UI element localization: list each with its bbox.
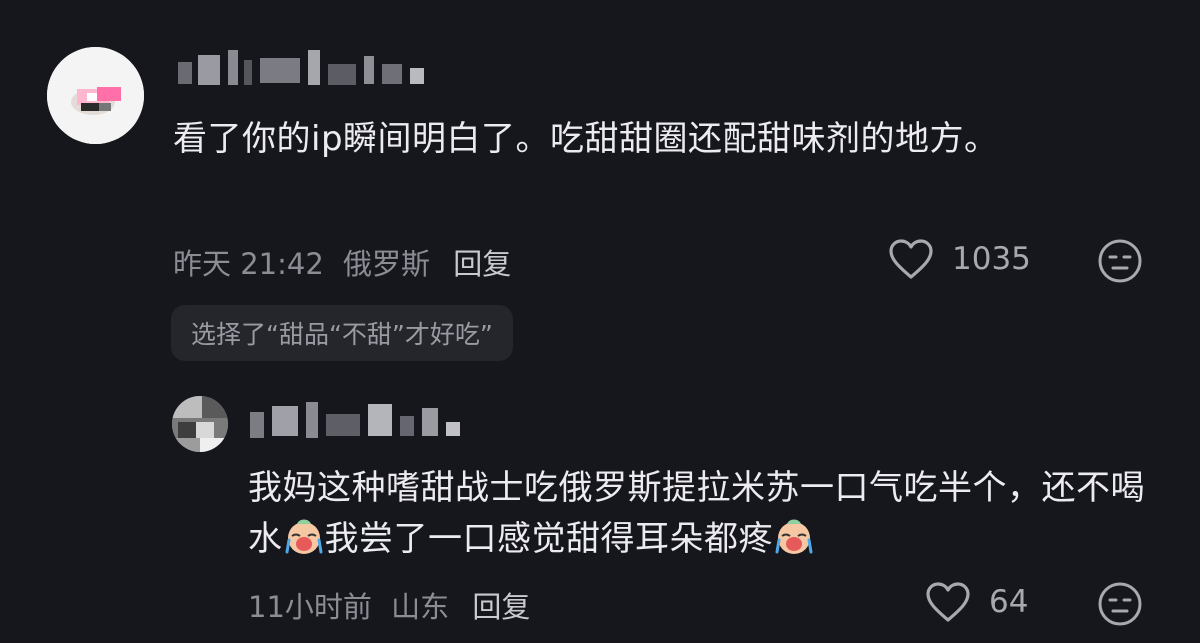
comment-location: 俄罗斯 (343, 247, 431, 281)
reply-like-button[interactable]: 64 (925, 581, 1028, 623)
neutral-face-icon[interactable] (1097, 581, 1143, 627)
reply-location: 山东 (391, 590, 450, 624)
avatar[interactable] (47, 47, 144, 144)
avatar-photo-icon (172, 396, 228, 452)
crying-baby-emoji (775, 519, 813, 554)
related-search-chip[interactable]: 选择了“甜品“不甜”才好吃” (171, 305, 513, 361)
reply-username-blurred[interactable] (250, 402, 470, 442)
comment-time: 昨天 21:42 (173, 247, 324, 281)
reply-text-part2: 我尝了一口感觉甜得耳朵都疼 (324, 519, 773, 559)
reply-avatar[interactable] (172, 396, 228, 452)
avatar-cartoon-icon (47, 47, 144, 144)
reply-button[interactable]: 回复 (453, 247, 511, 281)
comment-text: 看了你的ip瞬间明白了。吃甜甜圈还配甜味剂的地方。 (173, 119, 999, 159)
reply-meta: 11小时前 山东 回复 (248, 584, 540, 626)
reply-text: 我妈这种嗜甜战士吃俄罗斯提拉米苏一口气吃半个，还不喝水 我尝了一口感觉甜得耳朵都… (248, 463, 1148, 565)
neutral-face-icon[interactable] (1097, 238, 1143, 284)
reply-reply-button[interactable]: 回复 (472, 590, 530, 624)
comment-meta: 昨天 21:42 俄罗斯 回复 (173, 241, 521, 283)
crying-baby-emoji (285, 519, 322, 554)
username-blurred[interactable] (178, 50, 438, 90)
like-count: 1035 (952, 241, 1031, 277)
reply-time: 11小时前 (248, 590, 372, 624)
like-button[interactable]: 1035 (888, 238, 1031, 280)
heart-outline-icon (926, 582, 970, 622)
heart-outline-icon (889, 239, 933, 279)
reply-like-count: 64 (989, 584, 1029, 620)
related-search-text: 选择了“甜品“不甜”才好吃” (191, 320, 493, 349)
